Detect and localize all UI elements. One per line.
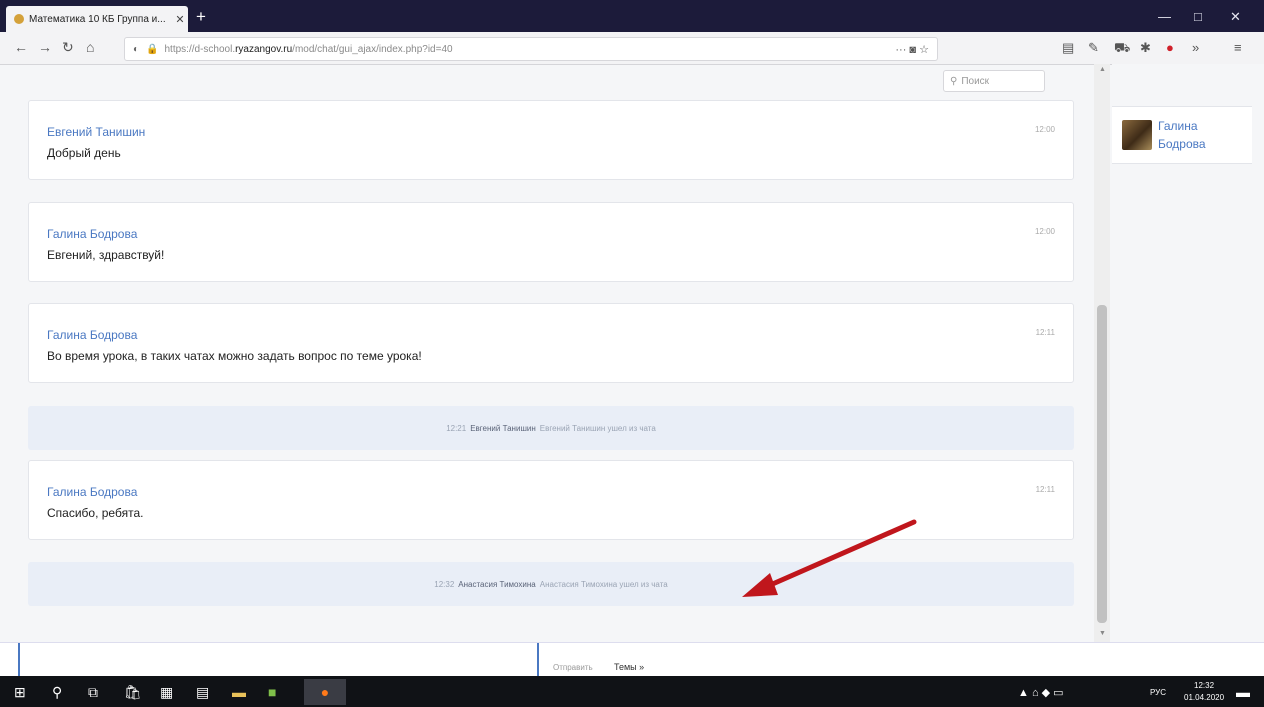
task-view-icon[interactable]: ⧉ — [88, 684, 98, 701]
scrollbar-thumb[interactable] — [1097, 305, 1107, 623]
annotation-arrow — [742, 519, 917, 597]
scroll-down-icon[interactable]: ▼ — [1099, 630, 1106, 637]
user-list-item[interactable]: Галина Бодрова — [1112, 106, 1252, 164]
system-clock[interactable]: 12:32 01.04.2020 — [1184, 680, 1224, 704]
clock-date: 01.04.2020 — [1184, 693, 1225, 702]
send-button[interactable]: Отправить — [553, 663, 593, 672]
user-name[interactable]: Галина Бодрова — [1158, 117, 1238, 153]
os-taskbar — [0, 676, 1264, 707]
firefox-icon[interactable]: ● — [304, 679, 346, 705]
taskbar-search-icon[interactable]: ⚲ — [52, 684, 62, 701]
green-app-icon[interactable]: ■ — [268, 684, 276, 700]
windows-start-icon[interactable]: ⊞ — [14, 684, 26, 701]
folder-icon[interactable]: ▬ — [232, 684, 246, 700]
scroll-up-icon[interactable]: ▲ — [1099, 66, 1106, 73]
store-icon[interactable]: 🛍 — [124, 684, 142, 701]
avatar — [1122, 120, 1152, 150]
language-indicator[interactable]: РУС — [1150, 688, 1166, 697]
message-input-bar: Отправить Темы » — [0, 642, 1264, 677]
notification-icon[interactable]: ▬ — [1236, 684, 1250, 700]
message-input[interactable] — [22, 643, 536, 677]
input-left-border — [18, 643, 20, 677]
calculator-icon[interactable]: ▤ — [196, 684, 209, 701]
topics-button[interactable]: Темы » — [614, 662, 644, 672]
system-tray-icons[interactable]: ▲ ⌂ ◆ ▭ — [1018, 686, 1064, 699]
clock-time: 12:32 — [1194, 681, 1215, 690]
app-icon[interactable]: ▦ — [160, 684, 173, 701]
input-divider — [537, 643, 539, 677]
